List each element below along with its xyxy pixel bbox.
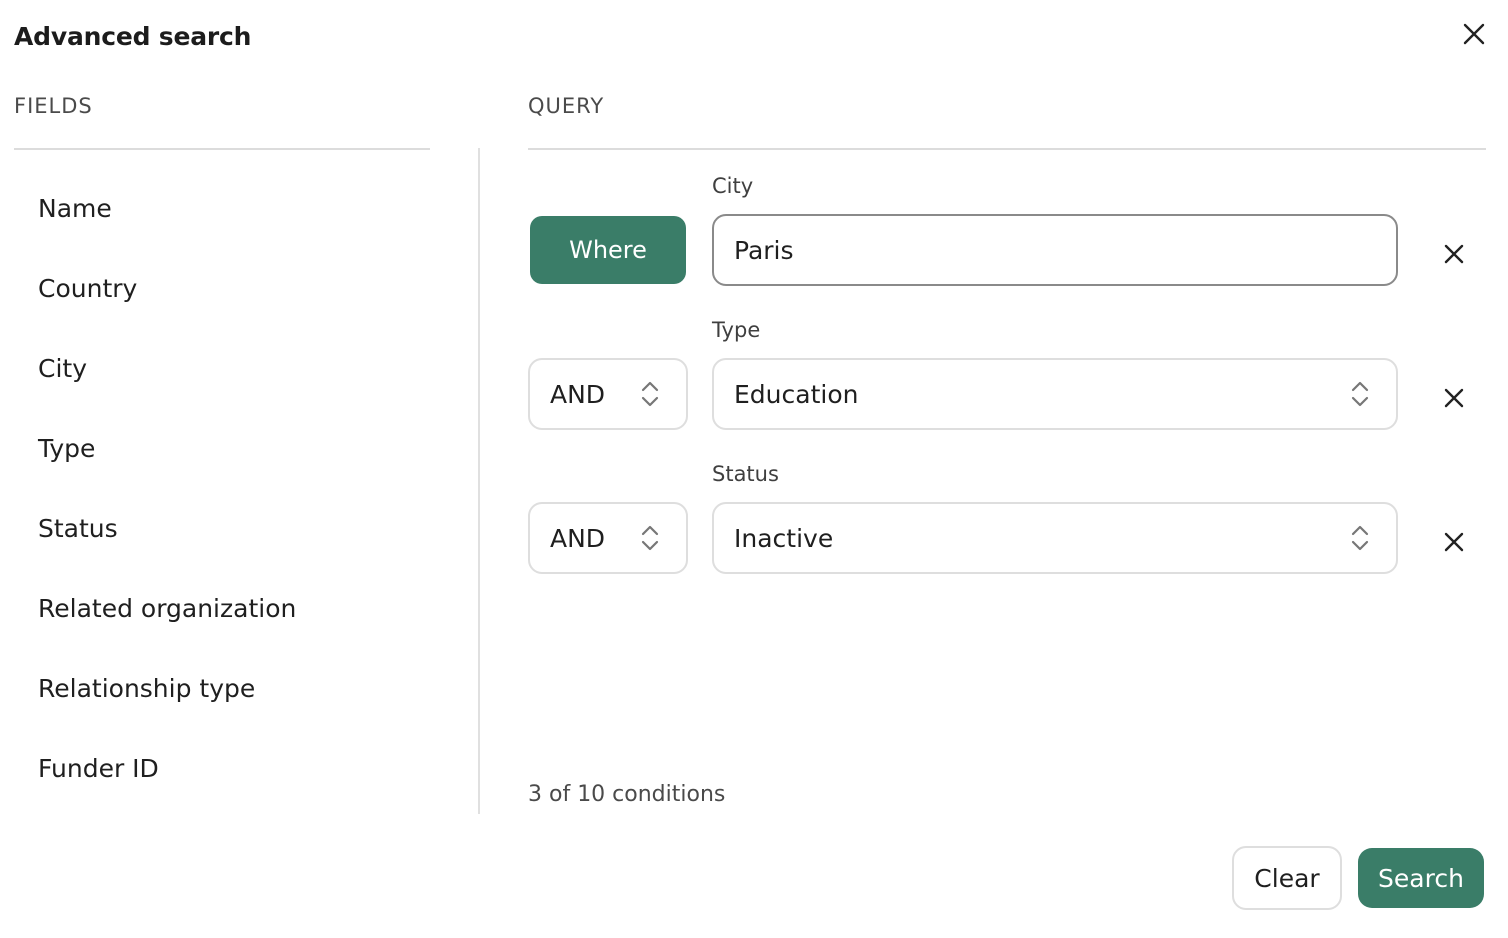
fields-divider — [14, 148, 430, 150]
close-icon — [1463, 23, 1485, 45]
field-list: Name Country City Type Status Related or… — [38, 168, 296, 808]
status-value: Inactive — [734, 523, 834, 553]
field-item-relationship-type[interactable]: Relationship type — [38, 648, 296, 728]
field-item-status[interactable]: Status — [38, 488, 296, 568]
close-button[interactable] — [1458, 18, 1490, 50]
field-item-city[interactable]: City — [38, 328, 296, 408]
status-value-select[interactable]: Inactive — [712, 502, 1398, 574]
operator-select[interactable]: AND — [528, 502, 688, 574]
clear-button[interactable]: Clear — [1232, 846, 1342, 910]
query-heading: QUERY — [528, 94, 605, 118]
remove-condition-button[interactable] — [1438, 382, 1470, 414]
operator-value: AND — [550, 379, 606, 409]
city-value-input[interactable]: Paris — [712, 214, 1398, 286]
field-item-funder-id[interactable]: Funder ID — [38, 728, 296, 808]
field-item-related-organization[interactable]: Related organization — [38, 568, 296, 648]
search-button[interactable]: Search — [1358, 848, 1484, 908]
condition-field-label: City — [712, 174, 754, 198]
remove-condition-button[interactable] — [1438, 238, 1470, 270]
field-item-name[interactable]: Name — [38, 168, 296, 248]
condition-field-label: Type — [712, 318, 761, 342]
operator-value: AND — [550, 523, 606, 553]
panel-separator — [478, 148, 480, 814]
type-value: Education — [734, 379, 859, 409]
chevron-up-down-icon — [1351, 381, 1369, 407]
dialog-title: Advanced search — [14, 22, 252, 51]
remove-condition-button[interactable] — [1438, 526, 1470, 558]
remove-icon — [1444, 244, 1464, 264]
query-divider — [528, 148, 1486, 150]
where-operator-badge: Where — [530, 216, 686, 284]
remove-icon — [1444, 532, 1464, 552]
remove-icon — [1444, 388, 1464, 408]
chevron-up-down-icon — [641, 381, 659, 407]
field-item-country[interactable]: Country — [38, 248, 296, 328]
chevron-up-down-icon — [641, 525, 659, 551]
condition-count: 3 of 10 conditions — [528, 782, 726, 807]
operator-select[interactable]: AND — [528, 358, 688, 430]
condition-field-label: Status — [712, 462, 779, 486]
field-item-type[interactable]: Type — [38, 408, 296, 488]
fields-heading: FIELDS — [14, 94, 93, 118]
chevron-up-down-icon — [1351, 525, 1369, 551]
advanced-search-dialog: Advanced search FIELDS QUERY Name Countr… — [0, 0, 1508, 938]
type-value-select[interactable]: Education — [712, 358, 1398, 430]
